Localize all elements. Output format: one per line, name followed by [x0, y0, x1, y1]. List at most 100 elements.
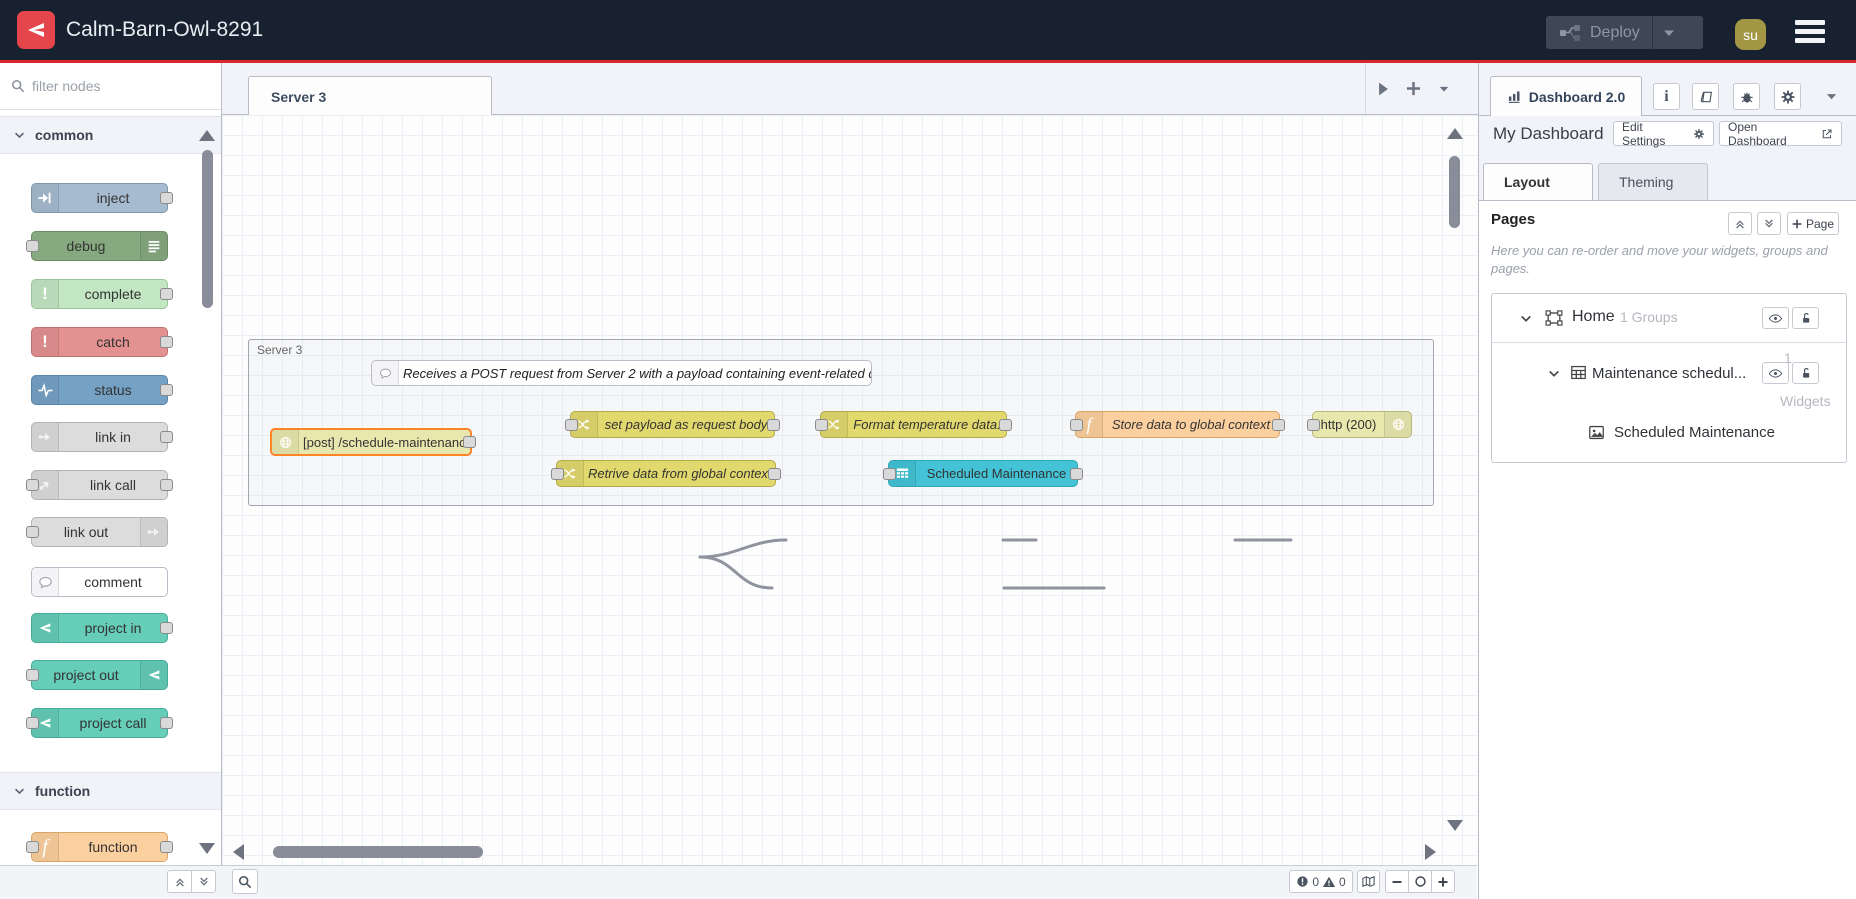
- pulse-icon: [32, 376, 59, 404]
- visibility-eye-button[interactable]: [1762, 307, 1789, 329]
- canvas-scroll-left-icon[interactable]: [233, 844, 244, 860]
- zoom-controls: [1385, 870, 1455, 893]
- deploy-options-chevron-icon[interactable]: [1662, 26, 1676, 40]
- flow-canvas[interactable]: Server 3 Receives a POST request from Se…: [222, 115, 1530, 865]
- info-tool-button[interactable]: i: [1653, 83, 1680, 110]
- palette-node-catch[interactable]: ! catch: [31, 327, 173, 357]
- palette-node-project-out[interactable]: project out: [26, 660, 168, 690]
- palette-category-function[interactable]: function: [0, 772, 221, 810]
- zoom-out-icon[interactable]: [1386, 871, 1408, 892]
- app-logo-icon: [17, 11, 55, 49]
- project-logo-icon: [140, 661, 167, 689]
- palette-node-project-call[interactable]: project call: [26, 708, 173, 738]
- workspace-title: Calm-Barn-Owl-8291: [66, 18, 264, 41]
- debug-bug-button[interactable]: [1733, 83, 1760, 110]
- link-arrow-icon: [140, 518, 167, 546]
- bar-chart-icon: [1507, 89, 1522, 104]
- exclamation-icon: !: [32, 328, 59, 356]
- zoom-reset-icon[interactable]: [1408, 871, 1431, 892]
- palette-node-complete[interactable]: ! complete: [31, 279, 173, 309]
- node-http-response[interactable]: http (200): [1307, 411, 1412, 438]
- node-http-in[interactable]: [post] /schedule-maintenance: [270, 428, 476, 456]
- page-layout-icon: [1544, 308, 1564, 328]
- node-change-retrieve-data[interactable]: Retrive data from global context: [551, 460, 781, 487]
- node-function-store-data[interactable]: f Store data to global context: [1070, 411, 1285, 438]
- palette-node-comment[interactable]: comment: [31, 567, 168, 597]
- node-change-set-payload[interactable]: set payload as request body: [565, 411, 780, 438]
- speech-bubble-icon: [32, 568, 59, 596]
- error-count: 0: [1312, 874, 1319, 889]
- palette-node-status[interactable]: status: [31, 375, 173, 405]
- palette-node-link-in[interactable]: link in: [31, 422, 173, 452]
- debug-icon: [140, 232, 167, 260]
- canvas-scroll-up-icon[interactable]: [1447, 128, 1463, 139]
- deploy-label: Deploy: [1590, 23, 1640, 41]
- palette-scroll-up-icon[interactable]: [199, 130, 215, 141]
- settings-gear-button[interactable]: [1774, 83, 1801, 110]
- chevron-down-icon[interactable]: [1520, 313, 1532, 325]
- zoom-in-icon[interactable]: [1431, 871, 1454, 892]
- palette-category-common[interactable]: common: [0, 116, 221, 154]
- palette-node-link-out[interactable]: link out: [26, 517, 168, 547]
- palette-node-link-call[interactable]: link call: [26, 470, 173, 500]
- warning-icon: [1322, 875, 1336, 889]
- palette-node-debug[interactable]: debug: [26, 231, 168, 261]
- tree-row-group-maintenance[interactable]: 1 Widgets Maintenance schedul...: [1492, 342, 1846, 409]
- group-name: Maintenance schedul...: [1592, 365, 1747, 382]
- flow-tab-server3[interactable]: Server 3: [248, 76, 492, 116]
- palette-filter-input[interactable]: [0, 63, 221, 109]
- palette-scrollbar-thumb[interactable]: [202, 150, 213, 308]
- unlock-button[interactable]: [1792, 307, 1819, 329]
- node-red-window: Calm-Barn-Owl-8291 Deploy su common: [0, 0, 1856, 899]
- unlock-button[interactable]: [1792, 362, 1819, 384]
- warning-count: 0: [1339, 874, 1346, 889]
- tab-layout[interactable]: Layout: [1483, 163, 1593, 200]
- add-flow-icon[interactable]: [1406, 81, 1421, 96]
- sidebar-tab-dashboard[interactable]: Dashboard 2.0: [1490, 76, 1642, 116]
- main-menu-button[interactable]: [1795, 20, 1825, 43]
- canvas-hscrollbar-thumb[interactable]: [273, 846, 483, 858]
- sidebar-collapse-chevron-icon[interactable]: [1825, 90, 1838, 103]
- table-group-icon: [1569, 363, 1588, 382]
- edit-settings-button[interactable]: Edit Settings: [1613, 120, 1714, 148]
- help-book-button[interactable]: [1692, 83, 1719, 110]
- canvas-search-button[interactable]: [232, 869, 258, 894]
- comment-node[interactable]: Receives a POST request from Server 2 wi…: [371, 360, 872, 386]
- canvas-scroll-right-icon[interactable]: [1425, 844, 1436, 860]
- visibility-eye-button[interactable]: [1762, 362, 1789, 384]
- deploy-button[interactable]: Deploy: [1546, 16, 1703, 49]
- palette-scroll-down-icon[interactable]: [199, 843, 215, 854]
- collapse-all-icon[interactable]: [168, 871, 191, 892]
- flow-list-chevron-icon[interactable]: [1438, 83, 1450, 95]
- pages-section-title: Pages: [1491, 211, 1536, 228]
- chevron-down-icon: [14, 130, 25, 141]
- canvas-scroll-down-icon[interactable]: [1447, 820, 1463, 831]
- tree-row-widget-scheduled-maintenance[interactable]: Scheduled Maintenance: [1492, 405, 1846, 462]
- pages-expand-all-button[interactable]: [1757, 212, 1781, 235]
- notification-counts[interactable]: 0 0: [1289, 870, 1353, 893]
- expand-all-icon[interactable]: [191, 871, 215, 892]
- tab-scroll-right-icon[interactable]: [1379, 82, 1388, 95]
- chevron-down-icon: [14, 786, 25, 797]
- flow-tab-bar: Server 3: [222, 63, 1478, 116]
- palette-filter[interactable]: [0, 63, 221, 110]
- page-name: Home: [1572, 308, 1615, 325]
- deploy-icon: [1558, 21, 1582, 45]
- palette-node-inject[interactable]: inject: [31, 183, 173, 213]
- tree-row-page-home[interactable]: Home 1 Groups: [1492, 294, 1846, 343]
- navigator-map-button[interactable]: [1357, 870, 1380, 893]
- palette-node-function[interactable]: f function: [26, 832, 173, 862]
- link-arrow-icon: [32, 423, 59, 451]
- add-page-button[interactable]: Page: [1787, 212, 1839, 235]
- canvas-vscrollbar-thumb[interactable]: [1449, 156, 1460, 228]
- node-ui-table-scheduled-maintenance[interactable]: Scheduled Maintenance: [883, 460, 1083, 487]
- open-dashboard-button[interactable]: Open Dashboard: [1719, 120, 1842, 148]
- user-avatar[interactable]: su: [1735, 19, 1766, 50]
- chevron-down-icon[interactable]: [1548, 368, 1560, 380]
- palette-node-project-in[interactable]: project in: [31, 613, 173, 643]
- pages-help-text: Here you can re-order and move your widg…: [1491, 243, 1828, 276]
- node-change-format-temperature[interactable]: Format temperature data.: [815, 411, 1012, 438]
- tab-theming[interactable]: Theming: [1598, 163, 1708, 200]
- external-link-icon: [1821, 128, 1833, 140]
- pages-collapse-all-button[interactable]: [1728, 212, 1752, 235]
